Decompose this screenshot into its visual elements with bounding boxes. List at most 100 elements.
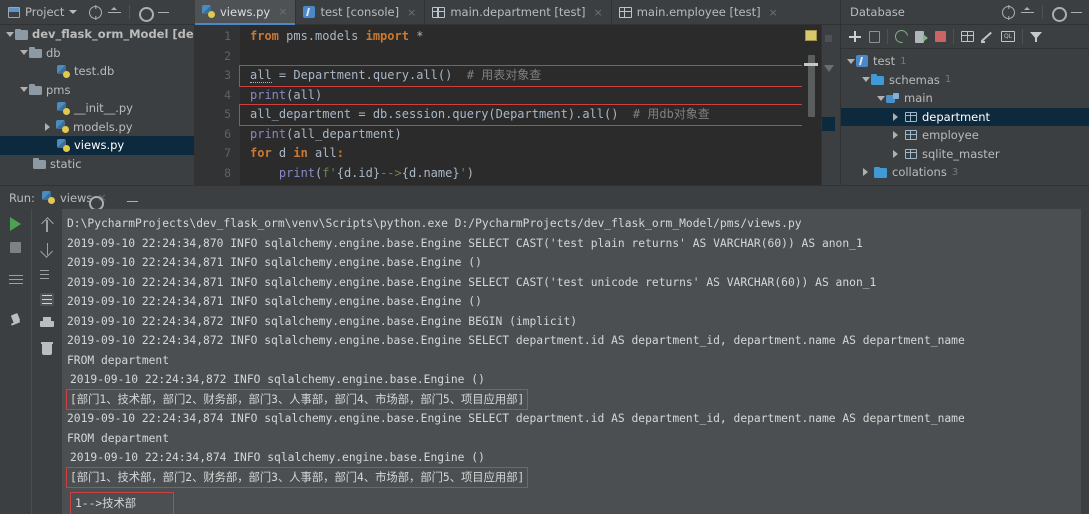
settings-icon[interactable]	[138, 6, 155, 22]
code-content[interactable]: from pms.models import * all = Departmen…	[239, 25, 803, 185]
chevron-right-icon[interactable]	[890, 149, 901, 158]
minimize-icon[interactable]	[1070, 6, 1083, 19]
tree-item-pms[interactable]: pms	[0, 81, 194, 100]
tree-item-db[interactable]: db	[0, 44, 194, 63]
collapse-all-icon[interactable]	[1021, 6, 1034, 19]
chevron-down-icon[interactable]	[875, 95, 886, 101]
highlighted-console-text: 2019-09-10 22:24:34,874 INFO sqlalchemy.…	[70, 451, 485, 464]
editor-scrollbar[interactable]	[802, 25, 821, 185]
code-token: pms.models	[286, 29, 366, 43]
db-tree-item-employee[interactable]: employee	[841, 126, 1089, 145]
line-number: 4	[224, 87, 231, 102]
code-line-8[interactable]: print(f'{d.id}-->{d.name}')	[240, 164, 802, 184]
chevron-down-icon[interactable]	[860, 77, 871, 83]
chevron-down-icon[interactable]	[845, 58, 856, 64]
db-file-icon	[856, 55, 868, 68]
settings-icon[interactable]	[88, 195, 104, 211]
database-tool-window[interactable]: QL test 1 schemas 1 main department empl…	[840, 25, 1089, 185]
scroll-to-end-icon[interactable]	[40, 293, 54, 306]
run-script-icon[interactable]	[915, 30, 928, 43]
add-icon[interactable]	[849, 30, 862, 43]
tree-item-models-py[interactable]: models.py	[0, 118, 194, 137]
console-scrollbar[interactable]	[1081, 186, 1089, 514]
close-icon[interactable]: ×	[769, 6, 778, 19]
editor-tab-main-employee[interactable]: main.employee [test] ×	[611, 0, 786, 25]
chevron-down-icon[interactable]	[4, 31, 15, 37]
db-tree-item-collations[interactable]: collations 3	[841, 163, 1089, 182]
database-tree[interactable]: test 1 schemas 1 main department employe…	[841, 49, 1089, 182]
code-line-6[interactable]: print(all_department)	[240, 125, 802, 145]
stop-icon[interactable]	[10, 242, 21, 253]
refresh-icon[interactable]	[892, 27, 911, 46]
tree-item-views-py[interactable]: views.py	[0, 136, 194, 155]
db-tree-item-test[interactable]: test 1	[841, 52, 1089, 71]
editor-tab-test-console[interactable]: test [console] ×	[296, 0, 425, 25]
tree-item-init-py[interactable]: __init__.py	[0, 99, 194, 118]
schema-icon	[886, 92, 899, 104]
edit-icon[interactable]	[981, 30, 994, 43]
clear-all-icon[interactable]	[41, 341, 53, 355]
folder-icon	[29, 84, 42, 96]
code-line-1[interactable]: from pms.models import *	[240, 27, 802, 47]
db-tree-item-department[interactable]: department	[841, 107, 1089, 126]
chevron-right-icon[interactable]	[860, 168, 871, 177]
restore-layout-icon[interactable]	[8, 274, 23, 287]
db-tree-item-label: test	[873, 54, 896, 69]
settings-icon[interactable]	[1051, 6, 1067, 22]
pin-icon[interactable]	[9, 314, 22, 329]
locate-icon[interactable]	[89, 5, 103, 19]
scroll-down-icon[interactable]	[41, 243, 54, 258]
code-line-3[interactable]: all = Department.query.all() # 用表对象查	[239, 65, 803, 87]
db-tree-item-sqlite-master[interactable]: sqlite_master	[841, 145, 1089, 164]
code-line-5[interactable]: all_department = db.session.query(Depart…	[239, 104, 803, 126]
minimize-icon[interactable]	[157, 6, 170, 19]
chevron-down-icon[interactable]	[18, 50, 29, 56]
code-line-7[interactable]: for d in all:	[240, 144, 802, 164]
code-editor[interactable]: 1 2 3 4 5 6 7 8 from pms.models import *…	[195, 25, 835, 185]
chevron-down-icon[interactable]	[824, 65, 834, 72]
db-tree-item-main[interactable]: main	[841, 89, 1089, 108]
chevron-down-icon[interactable]	[18, 87, 29, 93]
duplicate-icon[interactable]	[869, 30, 880, 43]
code-token: all_department = db.session.query(Depart…	[250, 107, 633, 121]
tree-item-dev-flask-orm-model[interactable]: dev_flask_orm_Model [dev_fla	[0, 25, 194, 44]
result-output-block: 1-->技术部2-->财务部3-->人事部4-->市场部5-->项目应用部	[70, 492, 174, 514]
db-tree-item-label: collations	[892, 165, 947, 180]
tree-item-static[interactable]: static	[0, 155, 194, 174]
code-line-4[interactable]: print(all)	[240, 86, 802, 106]
filter-icon[interactable]	[1030, 31, 1042, 43]
chevron-right-icon[interactable]	[890, 131, 901, 140]
close-icon[interactable]: ×	[407, 6, 416, 19]
code-token: # 用表对象查	[466, 68, 542, 82]
db-tree-item-schemas[interactable]: schemas 1	[841, 71, 1089, 90]
editor-tab-main-department[interactable]: main.department [test] ×	[425, 0, 611, 25]
open-table-icon[interactable]	[961, 31, 974, 42]
close-icon[interactable]: ×	[278, 5, 287, 18]
editor-tab-views-py[interactable]: views.py ×	[195, 0, 296, 25]
warning-marker-icon[interactable]	[805, 30, 817, 41]
python-file-icon	[57, 138, 70, 152]
chevron-right-icon[interactable]	[42, 122, 53, 131]
chevron-down-icon[interactable]	[69, 10, 78, 14]
close-icon[interactable]: ×	[593, 6, 602, 19]
soft-wrap-icon[interactable]	[40, 269, 54, 282]
query-console-icon[interactable]: QL	[1001, 31, 1015, 42]
tree-item-test-db[interactable]: test.db	[0, 62, 194, 81]
collapse-all-icon[interactable]	[108, 6, 122, 19]
toolbar-divider	[1022, 29, 1023, 44]
print-icon[interactable]	[40, 317, 54, 330]
code-token: from	[250, 29, 287, 43]
chevron-right-icon[interactable]	[890, 112, 901, 121]
stop-icon[interactable]	[935, 31, 946, 42]
minimize-icon[interactable]	[126, 195, 139, 208]
locate-icon[interactable]	[1002, 5, 1015, 19]
run-icon[interactable]	[10, 217, 21, 231]
code-line-2[interactable]	[240, 47, 802, 67]
project-view-button[interactable]: Project	[8, 5, 78, 19]
console-line: [部门1、技术部，部门2、财务部，部门3、人事部，部门4、市场部，部门5、项目应…	[65, 388, 1081, 410]
code-token: ()	[437, 68, 467, 82]
project-tool-window[interactable]: dev_flask_orm_Model [dev_fla db test.db …	[0, 25, 195, 185]
project-label: Project	[25, 5, 65, 19]
scroll-up-icon[interactable]	[41, 217, 54, 232]
console-output[interactable]: D:\PycharmProjects\dev_flask_orm\venv\Sc…	[62, 209, 1081, 514]
